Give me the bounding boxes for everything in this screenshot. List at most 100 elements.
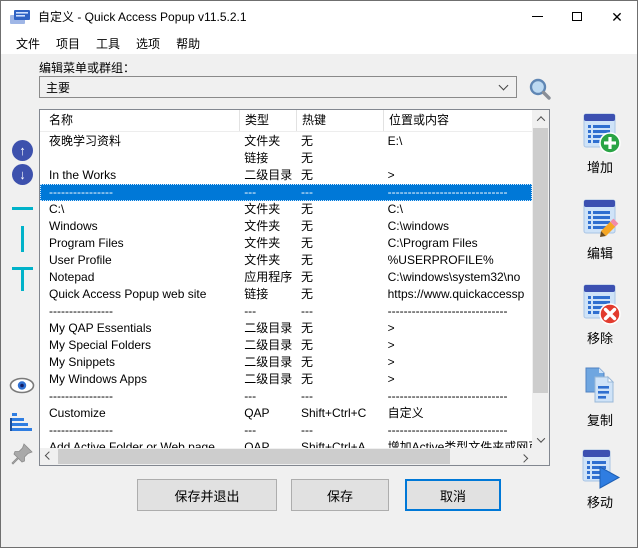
vertical-scrollbar[interactable]: [532, 110, 549, 448]
arrow-down-icon: ↓: [19, 167, 26, 182]
save-button[interactable]: 保存: [291, 479, 389, 511]
copy-button-label: 复制: [564, 410, 636, 429]
maximize-button[interactable]: [557, 1, 597, 32]
edit-button[interactable]: 编辑: [564, 199, 636, 262]
scroll-left-arrow[interactable]: [40, 448, 57, 465]
table-cell: ---: [296, 303, 383, 320]
table-row[interactable]: User Profile文件夹无%USERPROFILE%: [40, 252, 532, 269]
menu-item[interactable]: 项目: [48, 33, 88, 54]
table-row[interactable]: ----------------------------------------…: [40, 422, 532, 439]
table-row[interactable]: C:\文件夹无C:\: [40, 201, 532, 218]
table-row[interactable]: ----------------------------------------…: [40, 184, 532, 201]
pin-icon: [12, 444, 32, 464]
table-row[interactable]: My Special Folders二级目录无>: [40, 337, 532, 354]
table-row[interactable]: My Snippets二级目录无>: [40, 354, 532, 371]
table-cell: QAP: [239, 405, 296, 422]
table-cell: 链接: [239, 150, 296, 167]
table-row[interactable]: 链接无: [40, 150, 532, 167]
edit-button-label: 编辑: [564, 243, 636, 262]
table-cell: ---: [296, 422, 383, 439]
table-cell: ------------------------------: [383, 422, 532, 439]
table-cell: ---: [239, 388, 296, 405]
app-icon: [9, 8, 31, 26]
add-column-break-button[interactable]: [21, 226, 24, 252]
table-cell: ----------------: [40, 184, 239, 201]
copy-button[interactable]: 复制: [564, 366, 636, 429]
table-row[interactable]: Windows文件夹无C:\windows: [40, 218, 532, 235]
table-cell: ----------------: [40, 388, 239, 405]
save-and-exit-button[interactable]: 保存并退出: [137, 479, 277, 511]
sort-bars-icon: [10, 413, 32, 431]
add-separator-button[interactable]: [12, 207, 33, 210]
remove-button[interactable]: 移除: [564, 284, 636, 347]
table-cell: 二级目录: [239, 320, 296, 337]
add-button[interactable]: 增加: [564, 113, 636, 176]
move-button-label: 移动: [564, 492, 636, 511]
minimize-button[interactable]: [517, 1, 557, 32]
minimize-icon: [532, 16, 543, 17]
scroll-right-arrow[interactable]: [515, 448, 532, 465]
table-row[interactable]: ----------------------------------------…: [40, 388, 532, 405]
remove-item-icon: [578, 284, 622, 326]
column-header[interactable]: 类型: [240, 110, 297, 131]
table-cell: [40, 150, 239, 167]
table-header: 名称类型热键位置或内容: [40, 110, 534, 132]
menu-bar: 文件 项目 工具 选项 帮助: [1, 32, 637, 54]
move-up-button[interactable]: ↑: [12, 140, 33, 161]
horizontal-scroll-thumb[interactable]: [58, 449, 450, 464]
move-button[interactable]: 移动: [564, 448, 636, 511]
table-cell: My Windows Apps: [40, 371, 239, 388]
maximize-icon: [572, 12, 582, 21]
table-cell: My Snippets: [40, 354, 239, 371]
horizontal-scrollbar[interactable]: [40, 448, 532, 465]
scroll-down-arrow[interactable]: [532, 431, 549, 448]
table-cell: My Special Folders: [40, 337, 239, 354]
arrow-up-icon: ↑: [19, 143, 26, 158]
menu-tools[interactable]: 工具: [88, 33, 128, 54]
scroll-up-arrow[interactable]: [532, 110, 549, 127]
remove-button-label: 移除: [564, 328, 636, 347]
table-cell: 无: [296, 201, 383, 218]
copy-item-icon: [578, 366, 622, 408]
table-row[interactable]: In the Works二级目录无>: [40, 167, 532, 184]
column-header[interactable]: 热键: [297, 110, 384, 131]
vertical-scroll-thumb[interactable]: [533, 128, 548, 393]
table-cell: 无: [296, 286, 383, 303]
table-cell: 无: [296, 337, 383, 354]
table-cell: Windows: [40, 218, 239, 235]
table-row[interactable]: Quick Access Popup web site链接无https://ww…: [40, 286, 532, 303]
move-down-button[interactable]: ↓: [12, 164, 33, 185]
search-button[interactable]: [528, 77, 552, 101]
table-cell: 无: [296, 354, 383, 371]
menu-file[interactable]: 文件: [8, 33, 48, 54]
table-cell: 文件夹: [239, 218, 296, 235]
table-row[interactable]: ----------------------------------------…: [40, 303, 532, 320]
pin-button[interactable]: [10, 442, 34, 466]
table-row[interactable]: Notepad应用程序无C:\windows\system32\no: [40, 269, 532, 286]
table-row[interactable]: 夜晚学习资料文件夹无E:\: [40, 133, 532, 150]
table-row[interactable]: My QAP Essentials二级目录无>: [40, 320, 532, 337]
close-button[interactable]: ✕: [597, 1, 637, 32]
menu-help[interactable]: 帮助: [168, 33, 208, 54]
menu-options[interactable]: 选项: [128, 33, 168, 54]
table-cell: 二级目录: [239, 371, 296, 388]
preview-eye-button[interactable]: [9, 377, 35, 394]
table-row[interactable]: My Windows Apps二级目录无>: [40, 371, 532, 388]
menu-selector-dropdown[interactable]: 主要: [39, 76, 517, 98]
column-header[interactable]: 名称: [40, 110, 240, 131]
table-cell: 无: [296, 269, 383, 286]
cancel-button[interactable]: 取消: [405, 479, 501, 511]
edit-item-icon: [578, 199, 622, 241]
table-cell: 文件夹: [239, 133, 296, 150]
table-cell: ---: [296, 184, 383, 201]
table-cell: %USERPROFILE%: [383, 252, 532, 269]
table-cell: 链接: [239, 286, 296, 303]
column-header[interactable]: 位置或内容: [384, 110, 534, 131]
table-cell: 夜晚学习资料: [40, 133, 239, 150]
sort-button[interactable]: [10, 412, 34, 432]
table-row[interactable]: Program Files文件夹无C:\Program Files: [40, 235, 532, 252]
table-row[interactable]: CustomizeQAPShift+Ctrl+C自定义: [40, 405, 532, 422]
table-cell: 二级目录: [239, 354, 296, 371]
table-cell: >: [383, 354, 532, 371]
table-cell: >: [383, 320, 532, 337]
